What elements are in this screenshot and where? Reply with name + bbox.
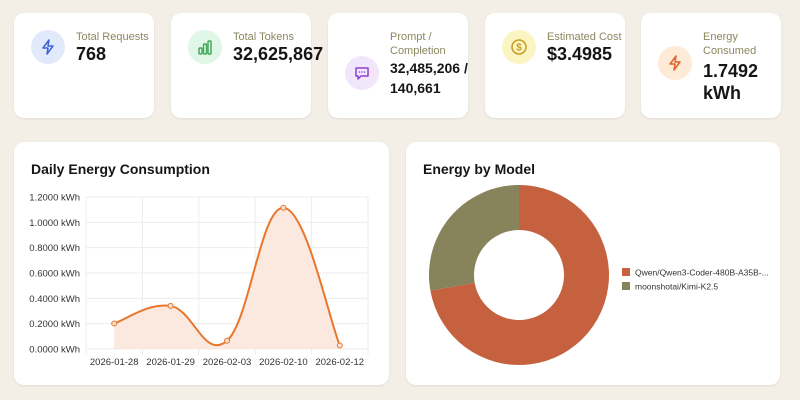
- data-point[interactable]: [167, 302, 174, 309]
- bar-chart-icon: [188, 30, 222, 64]
- y-tick-label: 0.6000 kWh: [29, 269, 80, 280]
- chat-icon: [345, 56, 379, 90]
- y-tick-label: 0.4000 kWh: [29, 294, 80, 305]
- data-point[interactable]: [336, 342, 343, 349]
- x-tick-label: 2026-02-03: [203, 357, 252, 368]
- stat-label: Energy Consumed: [703, 31, 757, 57]
- dollar-coin-icon: $: [502, 30, 536, 64]
- svg-text:$: $: [516, 43, 522, 54]
- daily-energy-panel: Daily Energy Consumption 0.0000 kWh 0.200…: [14, 142, 389, 385]
- data-point[interactable]: [224, 337, 230, 344]
- legend-label[interactable]: Qwen/Qwen3-Coder-480B-A35B-...: [635, 268, 769, 278]
- y-tick-label: 0.2000 kWh: [29, 319, 80, 330]
- stat-card: Prompt / Completion 32,485,206 / 140,661: [328, 13, 468, 118]
- stat-value: 32,485,206 / 140,661: [390, 60, 468, 96]
- stat-card: Total Tokens 32,625,867: [171, 13, 323, 118]
- y-tick-label: 1.0000 kWh: [29, 218, 80, 229]
- stat-label: Prompt / Completion: [390, 31, 446, 57]
- stat-card: $ Estimated Cost $3.4985: [485, 13, 625, 118]
- stat-value: 768: [76, 44, 107, 64]
- data-point[interactable]: [111, 320, 118, 327]
- x-tick-label: 2026-01-28: [90, 357, 139, 368]
- energy-by-model-panel: Energy by Model Qwen/Qwen3-Coder-480B-A3…: [406, 142, 780, 385]
- y-tick-label: 1.2000 kWh: [29, 193, 80, 204]
- stat-label: Estimated Cost: [547, 31, 622, 43]
- lightning-icon: [31, 30, 65, 64]
- donut-slice[interactable]: [429, 185, 519, 291]
- stat-label: Total Requests: [76, 31, 149, 43]
- stat-value: $3.4985: [547, 44, 613, 64]
- y-tick-label: 0.8000 kWh: [29, 243, 80, 254]
- stat-value: 1.7492 kWh: [703, 61, 759, 103]
- legend-swatch: [622, 268, 630, 276]
- x-tick-label: 2026-02-12: [315, 357, 364, 368]
- y-tick-label: 0.0000 kWh: [29, 345, 80, 356]
- legend-label[interactable]: moonshotai/Kimi-K2.5: [635, 282, 718, 292]
- data-point[interactable]: [280, 204, 287, 211]
- donut-chart: Qwen/Qwen3-Coder-480B-A35B-... moonshotai…: [429, 185, 769, 365]
- x-tick-label: 2026-02-10: [259, 357, 308, 368]
- pie-chart-title: Energy by Model: [423, 161, 536, 177]
- stat-card: Total Requests 768: [14, 13, 154, 118]
- x-tick-label: 2026-01-29: [146, 357, 195, 368]
- legend-swatch: [622, 282, 630, 290]
- line-chart-title: Daily Energy Consumption: [31, 161, 210, 177]
- stat-label: Total Tokens: [233, 31, 294, 43]
- stat-value: 32,625,867: [233, 44, 324, 64]
- area-fill: [114, 207, 340, 349]
- lightning-icon: [658, 46, 692, 80]
- stat-card: Energy Consumed 1.7492 kWh: [641, 13, 781, 118]
- line-chart: 0.0000 kWh 0.2000 kWh 0.4000 kWh 0.6000 kWh…: [29, 193, 369, 368]
